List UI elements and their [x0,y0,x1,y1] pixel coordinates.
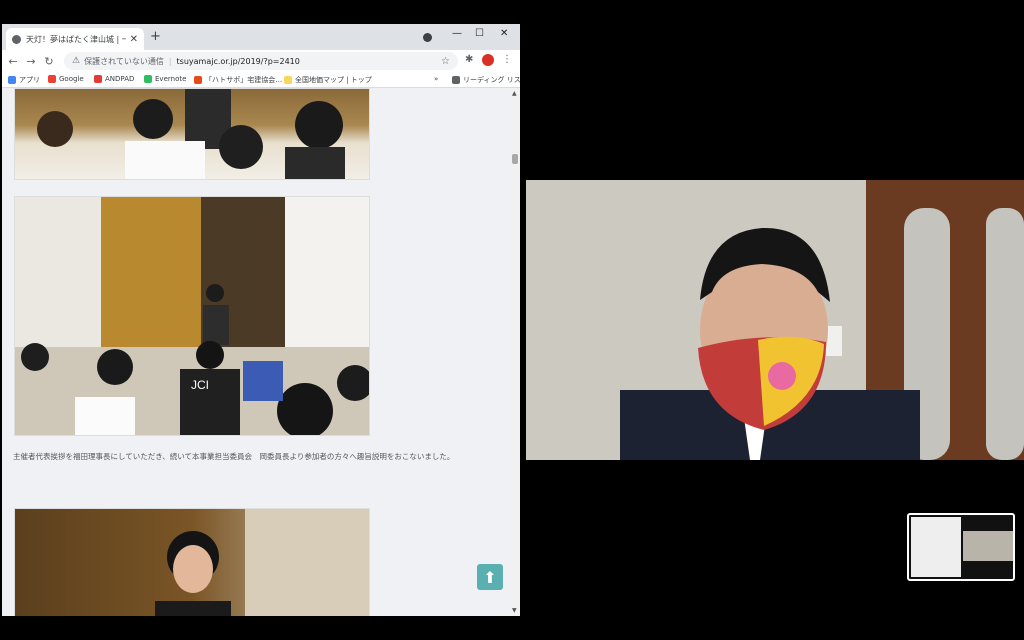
close-window-button[interactable]: ✕ [500,28,508,39]
page-scrollbar[interactable]: ▲ ▼ [510,88,520,616]
scroll-up-icon[interactable]: ▲ [512,90,517,97]
extensions-icon[interactable]: ✱ [465,54,473,65]
globe-icon [12,34,21,44]
participant-video-svg [526,180,1024,460]
browser-toolbar: ← → ↻ ⚠ 保護されていない通信 | tsuyamajc.or.jp/201… [2,50,520,72]
bookmark-apps[interactable]: アプリ [8,75,40,85]
hatosapo-icon [194,76,202,84]
new-tab-button[interactable]: + [150,30,161,43]
jci-vest-text: JCI [191,378,209,392]
bookmark-evernote[interactable]: Evernote [144,75,186,83]
screen: 天灯！夢はばたく津山城 | 一般社 ✕ + — ☐ ✕ ← → ↻ ⚠ 保護され… [0,0,1024,640]
audience-photo-svg [37,89,345,179]
tab-title: 天灯！夢はばたく津山城 | 一般社 [26,34,126,44]
browser-window: 天灯！夢はばたく津山城 | 一般社 ✕ + — ☐ ✕ ← → ↻ ⚠ 保護され… [2,24,520,616]
bookmark-hatosapo[interactable]: 「ハトサポ」宅建協会… [194,75,282,85]
close-tab-icon[interactable]: ✕ [130,34,138,45]
photo-caption: 主催者代表挨拶を福田理事長にしていただき、続いて本事業担当委員会 岡委員長より参… [13,452,455,461]
star-icon[interactable]: ☆ [441,56,450,67]
reading-list-icon [452,76,460,84]
self-view-shared-screen [911,517,961,577]
bookmarks-bar: アプリ Google ANDPAD Evernote 「ハトサポ」宅建協会… 全… [2,72,520,88]
apps-icon [8,76,16,84]
google-icon [48,75,56,83]
event-photo-3 [14,508,370,616]
self-view-thumbnail[interactable] [907,513,1015,581]
evernote-icon [144,75,152,83]
warning-icon: ⚠ [72,56,81,66]
tab-bar: 天灯！夢はばたく津山城 | 一般社 ✕ + — ☐ ✕ [2,24,520,50]
bookmarks-more[interactable]: » [434,75,438,83]
participant-video [526,180,1024,460]
bookmark-google[interactable]: Google [48,75,84,83]
profile-avatar[interactable] [482,54,494,66]
andpad-icon [94,75,102,83]
menu-icon[interactable]: ⋮ [502,54,512,65]
record-icon [423,33,432,42]
address-bar[interactable]: ⚠ 保護されていない通信 | tsuyamajc.or.jp/2019/?p=2… [64,52,458,70]
scroll-thumb[interactable] [512,154,518,164]
self-view-camera [963,531,1013,561]
browser-tab[interactable]: 天灯！夢はばたく津山城 | 一般社 ✕ [6,28,144,50]
page-content: JCI 主催者代表挨拶を福田理事長にしていただき、続いて本事業担当委員会 岡委員… [2,88,510,616]
security-label: 保護されていない通信 [84,56,164,66]
maximize-button[interactable]: ☐ [475,28,484,39]
url-text: tsuyamajc.or.jp/2019/?p=2410 [176,56,300,66]
reading-list[interactable]: リーディング リスト [452,75,520,85]
arrow-up-icon: ⬆ [483,567,497,587]
event-photo-1 [14,88,370,180]
minimize-button[interactable]: — [452,28,462,39]
back-icon[interactable]: ← [4,55,22,68]
speaker-photo-svg [155,509,369,616]
scroll-down-icon[interactable]: ▼ [512,607,517,614]
reload-icon[interactable]: ↻ [40,55,58,68]
bookmark-chika-map[interactable]: 全国地価マップ | トップ [284,75,372,85]
event-photo-2: JCI [14,196,370,436]
chika-map-icon [284,76,292,84]
scroll-to-top-button[interactable]: ⬆ [477,564,503,590]
bookmark-andpad[interactable]: ANDPAD [94,75,134,83]
stage-photo-svg: JCI [15,197,369,435]
forward-icon[interactable]: → [22,55,40,68]
